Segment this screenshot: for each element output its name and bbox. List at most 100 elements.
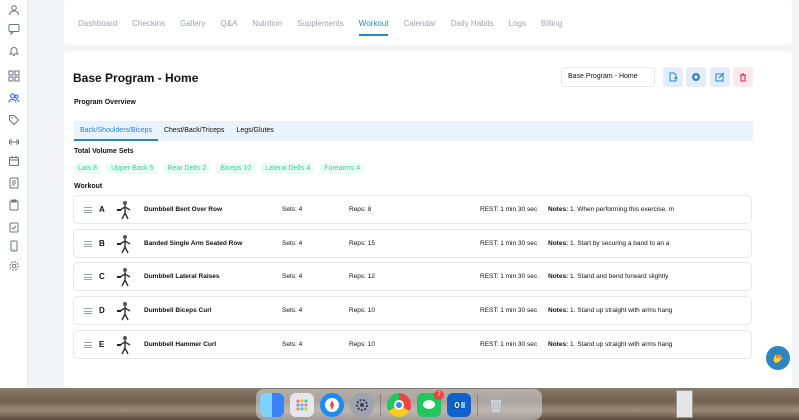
volume-chip: Forearms 4	[320, 163, 365, 174]
exercise-row[interactable]: D Dumbbell Biceps Curl Sets: 4 Reps: 10 REST…	[73, 296, 752, 325]
notes-label: Notes:	[548, 307, 569, 314]
exercise-row[interactable]: E Dumbbell Hammer Curl Sets: 4 Reps: 10 REST…	[73, 330, 752, 359]
delete-button[interactable]	[733, 67, 753, 87]
settings-icon[interactable]	[350, 392, 374, 417]
chrome-icon[interactable]	[387, 392, 411, 417]
subtab-legs-glutes[interactable]: Legs/Glutes	[230, 121, 279, 141]
gear-icon[interactable]	[7, 259, 21, 273]
exercise-name[interactable]: Dumbbell Biceps Curl	[144, 307, 212, 314]
exercise-letter: B	[99, 239, 105, 248]
tab-billing[interactable]: Billing	[541, 19, 562, 36]
outlook-icon[interactable]	[447, 392, 471, 417]
dock-separator	[477, 393, 478, 416]
workout-label: Workout	[74, 183, 103, 190]
exercise-thumbnail	[114, 199, 136, 221]
export-icon	[669, 72, 678, 82]
page-title: Base Program - Home	[73, 71, 199, 85]
volume-chip: Rear Delts 2	[163, 163, 211, 174]
workout-panel: Base Program - Home Base Program - Home …	[64, 51, 792, 388]
exercise-row[interactable]: A Dumbbell Bent Over Row Sets: 4 Reps: 8 RES…	[73, 195, 752, 224]
exercise-thumbnail	[114, 334, 136, 356]
tab-q-a[interactable]: Q&A	[220, 19, 237, 36]
tab-checkins[interactable]: Checkins	[132, 19, 165, 36]
exercise-row[interactable]: C Dumbbell Lateral Raises Sets: 4 Reps: 12 R…	[73, 262, 752, 291]
chat-icon[interactable]	[7, 22, 21, 36]
subtab-back-shoulders-biceps[interactable]: Back/Shoulders/Biceps	[74, 121, 158, 141]
tab-supplements[interactable]: Supplements	[297, 19, 344, 36]
exercise-reps: Reps: 10	[349, 341, 376, 348]
document-icon[interactable]	[7, 176, 21, 190]
calendar-icon[interactable]	[7, 154, 21, 168]
notes-label: Notes:	[548, 206, 569, 213]
edit-button[interactable]	[710, 67, 730, 87]
exercise-name[interactable]: Dumbbell Bent Over Row	[144, 206, 222, 213]
tab-daily-habits[interactable]: Daily Habits	[451, 19, 494, 36]
users-icon[interactable]	[7, 91, 21, 105]
launchpad-icon[interactable]	[290, 392, 314, 417]
check-clipboard-icon[interactable]	[7, 220, 21, 234]
exercise-name[interactable]: Banded Single Arm Seated Row	[144, 240, 242, 247]
program-select[interactable]: Base Program - Home	[561, 67, 655, 87]
tab-calendar[interactable]: Calendar	[403, 19, 435, 36]
drag-handle-icon[interactable]	[84, 241, 92, 247]
tab-logs[interactable]: Logs	[509, 19, 526, 36]
exercise-notes: Notes: 1. Start by securing a band to an…	[548, 240, 748, 247]
exercise-thumbnail	[114, 233, 136, 255]
subtab-bar: Back/Shoulders/Biceps Chest/Back/Triceps L…	[74, 121, 753, 141]
trash-icon[interactable]	[484, 393, 508, 417]
drag-handle-icon[interactable]	[84, 207, 92, 213]
exercise-notes: Notes: 1. Stand up straight with arms ha…	[548, 307, 748, 314]
waving-hand-icon	[773, 353, 784, 364]
exercise-letter: A	[99, 205, 105, 214]
trash-icon	[740, 73, 746, 82]
volume-chip: Upper Back 5	[107, 163, 158, 174]
exercise-reps: Reps: 12	[349, 273, 376, 280]
exercise-notes: Notes: 1. Stand and bend forward slightl…	[548, 273, 748, 280]
clipboard-icon[interactable]	[7, 198, 21, 212]
dumbbell-icon[interactable]	[7, 135, 21, 149]
tab-nutrition[interactable]: Nutrition	[252, 19, 282, 36]
exercise-notes: Notes: 1. Stand up straight with arms ha…	[548, 341, 748, 348]
tab-dashboard[interactable]: Dashboard	[78, 19, 117, 36]
desktop-file-icon[interactable]	[676, 390, 693, 418]
grid-icon[interactable]	[7, 69, 21, 83]
exercise-letter: C	[99, 272, 105, 281]
user-icon[interactable]	[7, 3, 21, 17]
tab-workout[interactable]: Workout	[358, 19, 389, 36]
notes-label: Notes:	[548, 341, 569, 348]
main-area: Dashboard Checkins Gallery Q&A Nutrition Supp…	[28, 0, 799, 388]
exercise-row[interactable]: B Banded Single Arm Seated Row Sets: 4 Reps…	[73, 229, 752, 258]
sidebar	[0, 0, 28, 388]
subtab-chest-back-triceps[interactable]: Chest/Back/Triceps	[158, 121, 230, 141]
exercise-sets: Sets: 4	[282, 341, 303, 348]
exercise-letter: E	[99, 340, 105, 349]
bell-icon[interactable]	[7, 44, 21, 58]
exercise-sets: Sets: 4	[282, 240, 303, 247]
export-button[interactable]	[663, 67, 683, 87]
exercise-letter: D	[99, 306, 105, 315]
safari-icon[interactable]	[320, 392, 344, 417]
add-button[interactable]	[686, 67, 706, 87]
exercise-name[interactable]: Dumbbell Hammer Curl	[144, 341, 216, 348]
messages-icon[interactable]: 7	[417, 389, 444, 417]
add-icon	[692, 73, 700, 81]
notes-text: 1. Stand up straight with arms hang	[570, 307, 673, 314]
tag-icon[interactable]	[7, 113, 21, 127]
drag-handle-icon[interactable]	[84, 342, 92, 348]
exercise-sets: Sets: 4	[282, 307, 303, 314]
exercise-name[interactable]: Dumbbell Lateral Raises	[144, 273, 220, 280]
exercise-thumbnail	[114, 300, 136, 322]
phone-icon[interactable]	[7, 239, 21, 253]
chat-widget-button[interactable]	[766, 346, 790, 370]
finder-icon[interactable]	[260, 392, 284, 417]
exercise-rest: REST: 1 min 30 sec	[480, 240, 538, 247]
tab-gallery[interactable]: Gallery	[180, 19, 205, 36]
drag-handle-icon[interactable]	[84, 274, 92, 280]
drag-handle-icon[interactable]	[84, 308, 92, 314]
exercise-sets: Sets: 4	[282, 273, 303, 280]
edit-icon	[715, 72, 725, 82]
exercise-sets: Sets: 4	[282, 206, 303, 213]
total-volume-label: Total Volume Sets	[74, 148, 134, 155]
exercise-reps: Reps: 8	[349, 206, 372, 213]
notes-text: 1. Stand and bend forward slightly	[570, 273, 669, 280]
